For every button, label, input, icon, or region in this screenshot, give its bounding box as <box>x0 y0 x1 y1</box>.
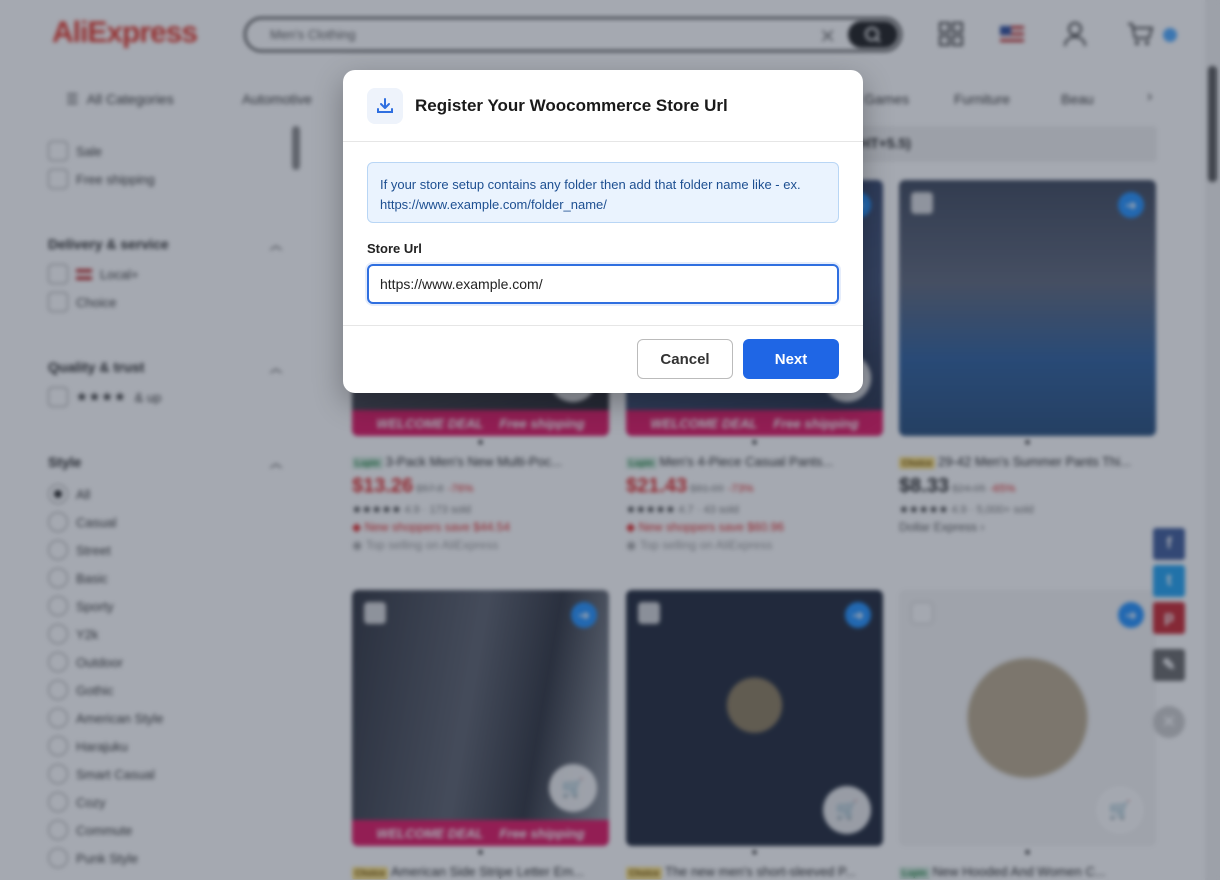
dialog-footer: Cancel Next <box>343 326 863 393</box>
download-icon <box>367 87 403 124</box>
store-url-input[interactable] <box>367 264 839 304</box>
store-url-label: Store Url <box>367 241 422 256</box>
info-example-url: https://www.example.com/folder_name/ <box>380 197 607 212</box>
next-button[interactable]: Next <box>743 339 839 379</box>
cancel-button[interactable]: Cancel <box>637 339 733 379</box>
dialog-body: If your store setup contains any folder … <box>343 142 863 326</box>
info-box: If your store setup contains any folder … <box>367 162 839 223</box>
dialog-header: Register Your Woocommerce Store Url <box>343 70 863 142</box>
register-store-dialog: Register Your Woocommerce Store Url If y… <box>343 70 863 393</box>
dialog-title: Register Your Woocommerce Store Url <box>415 95 728 115</box>
info-text: If your store setup contains any folder … <box>380 177 801 192</box>
